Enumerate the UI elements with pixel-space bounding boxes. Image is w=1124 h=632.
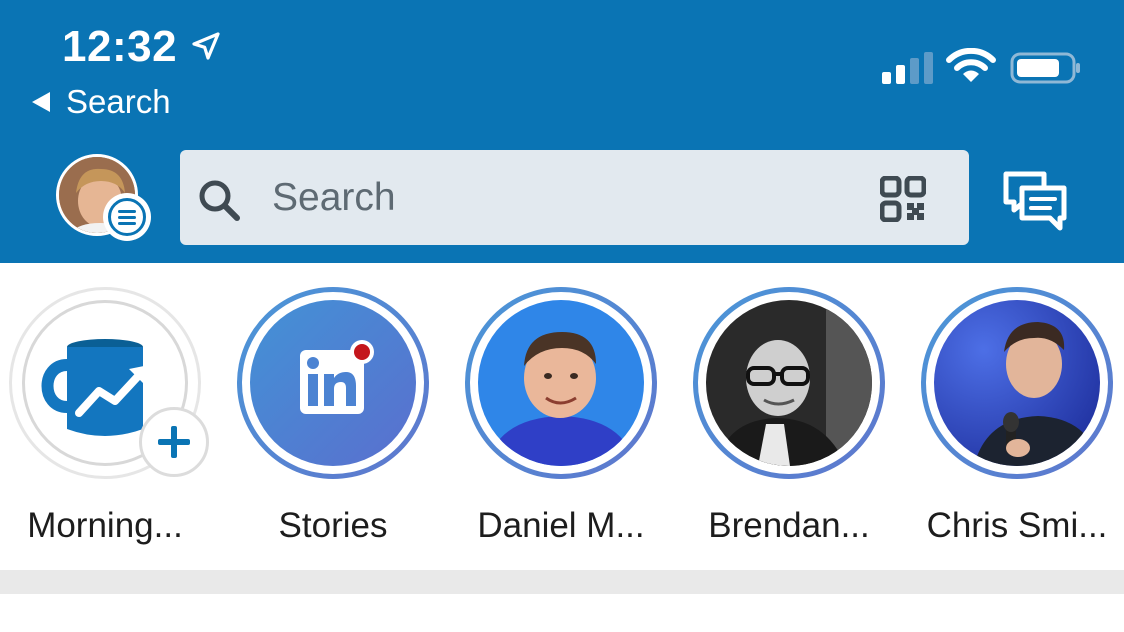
messaging-icon[interactable] — [1000, 168, 1070, 234]
person-photo — [478, 300, 644, 466]
location-arrow-icon — [192, 32, 220, 60]
story-label-chris: Chris Smi... — [926, 506, 1108, 545]
qr-code-icon[interactable] — [880, 176, 926, 222]
story-chris[interactable] — [921, 287, 1113, 479]
back-triangle-icon — [32, 92, 50, 112]
person-photo — [706, 300, 872, 466]
battery-icon — [1010, 52, 1080, 84]
search-input[interactable]: Search — [272, 176, 396, 220]
cellular-signal-icon — [882, 52, 933, 84]
section-divider — [0, 570, 1124, 594]
search-icon — [199, 180, 240, 221]
menu-badge[interactable] — [103, 193, 151, 241]
story-image-frame — [250, 300, 416, 466]
story-linkedin[interactable] — [237, 287, 429, 479]
story-photo-daniel — [478, 300, 644, 466]
story-brendan[interactable] — [693, 287, 885, 479]
status-time: 12:32 — [62, 22, 178, 71]
story-label-stories: Stories — [278, 506, 388, 545]
story-label-morning: Morning... — [27, 506, 183, 545]
back-label: Search — [66, 83, 171, 120]
menu-lines-icon — [118, 210, 136, 225]
linkedin-logo-icon — [250, 300, 416, 466]
person-photo — [934, 300, 1100, 466]
add-story-button[interactable] — [139, 407, 209, 477]
story-morning[interactable] — [9, 287, 209, 479]
story-photo-chris — [934, 300, 1100, 466]
story-label-daniel: Daniel M... — [477, 506, 645, 545]
story-label-brendan: Brendan... — [708, 506, 870, 545]
plus-icon — [158, 426, 190, 458]
back-to-search-link[interactable]: Search — [32, 83, 171, 121]
wifi-icon — [946, 48, 996, 82]
story-daniel[interactable] — [465, 287, 657, 479]
story-photo-brendan — [706, 300, 872, 466]
